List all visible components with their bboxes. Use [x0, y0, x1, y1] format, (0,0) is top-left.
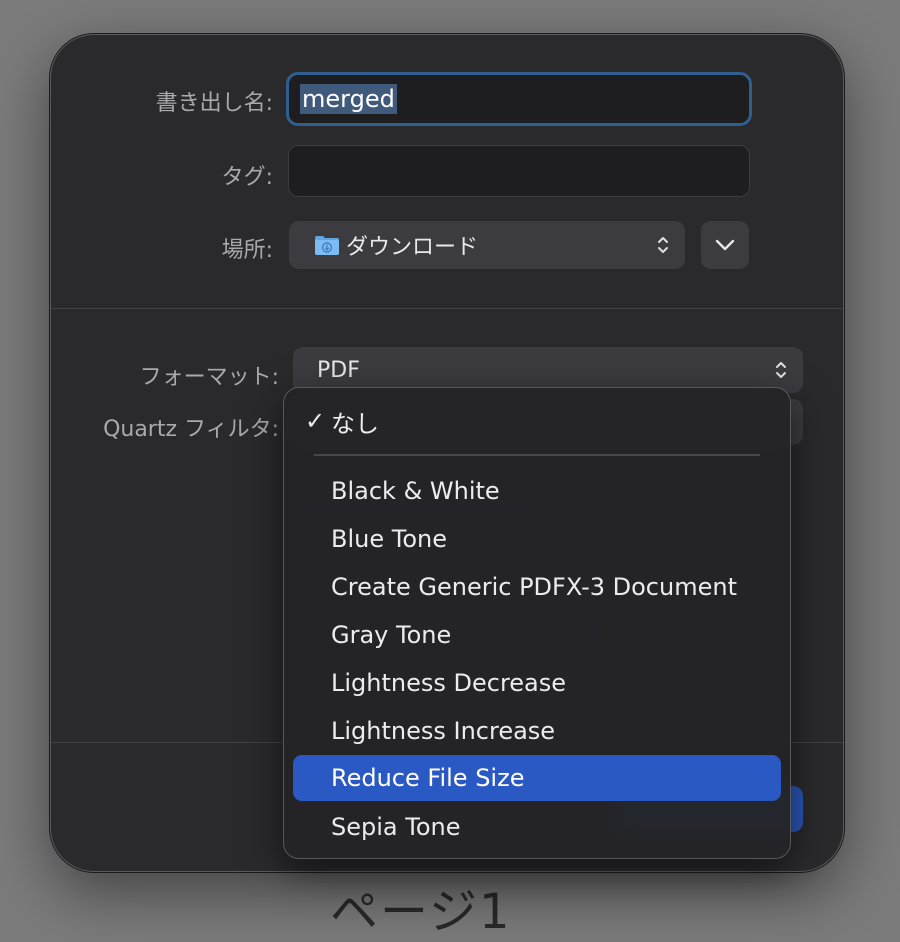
menu-item-label: Lightness Increase: [331, 717, 556, 745]
chevron-down-icon: [715, 239, 735, 251]
format-value: PDF: [317, 357, 360, 383]
menu-item-label: Gray Tone: [331, 621, 452, 649]
menu-item-none[interactable]: ✓ なし: [293, 398, 781, 444]
format-label: フォーマット:: [139, 365, 279, 390]
tags-field[interactable]: [288, 145, 750, 197]
menu-item-label: Blue Tone: [331, 525, 447, 553]
export-name-field[interactable]: merged: [286, 72, 752, 126]
expand-dialog-button[interactable]: [701, 221, 749, 269]
export-name-value: merged: [300, 84, 397, 114]
location-value: ダウンロード: [346, 235, 479, 260]
menu-item-label: Sepia Tone: [331, 813, 461, 841]
menu-separator: [314, 454, 760, 456]
menu-item-label: なし: [331, 409, 379, 438]
menu-item-label: Reduce File Size: [331, 764, 525, 792]
location-popup[interactable]: ダウンロード: [289, 221, 685, 269]
menu-item-create-generic-pdfx3[interactable]: Create Generic PDFX-3 Document: [293, 564, 781, 610]
menu-item-label: Lightness Decrease: [331, 669, 567, 697]
quartz-filter-menu: ✓ なし Black & White Blue Tone Create Gene…: [283, 387, 791, 859]
quartz-filter-label: Quartz フィルタ:: [103, 417, 279, 442]
menu-item-label: Create Generic PDFX-3 Document: [331, 573, 737, 601]
menu-item-gray-tone[interactable]: Gray Tone: [293, 612, 781, 658]
chevron-updown-icon: [658, 237, 668, 253]
menu-item-lightness-increase[interactable]: Lightness Increase: [293, 708, 781, 754]
chevron-updown-icon: [776, 362, 786, 378]
section-divider: [51, 308, 843, 309]
menu-item-lightness-decrease[interactable]: Lightness Decrease: [293, 660, 781, 706]
background-page-label: ページ1: [330, 884, 512, 940]
location-label: 場所:: [221, 238, 273, 263]
menu-item-sepia-tone[interactable]: Sepia Tone: [293, 804, 781, 850]
menu-item-reduce-file-size[interactable]: Reduce File Size: [293, 755, 781, 801]
menu-item-black-white[interactable]: Black & White: [293, 468, 781, 514]
export-name-label: 書き出し名:: [155, 91, 273, 116]
downloads-folder-icon: [314, 234, 340, 256]
menu-item-label: Black & White: [331, 477, 500, 505]
tags-label: タグ:: [221, 165, 273, 190]
menu-item-blue-tone[interactable]: Blue Tone: [293, 516, 781, 562]
checkmark-icon: ✓: [305, 407, 326, 435]
